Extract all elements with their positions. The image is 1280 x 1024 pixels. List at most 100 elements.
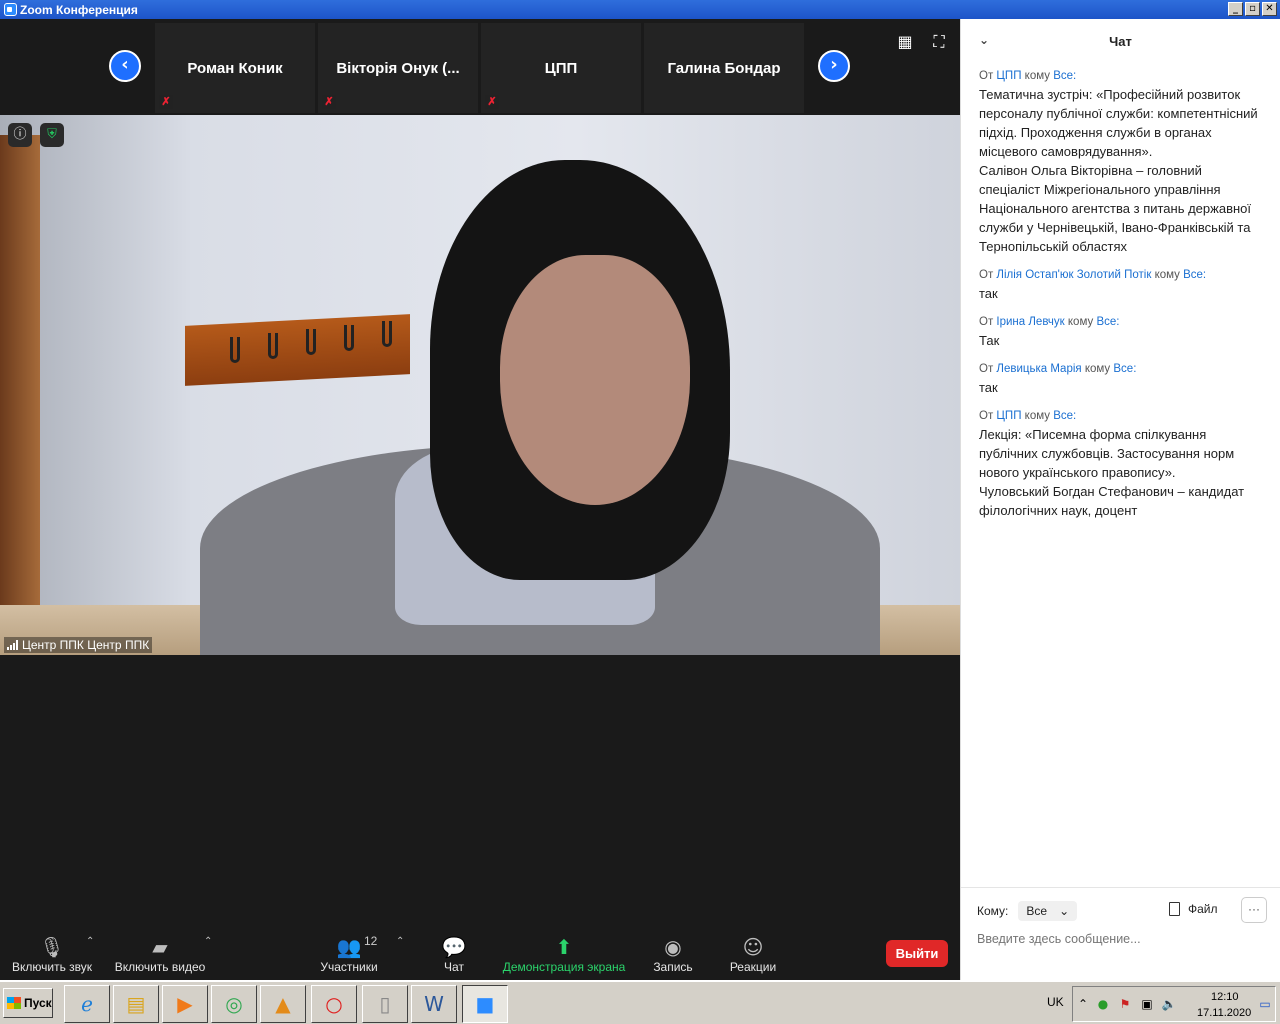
info-icon[interactable]: ⓘ xyxy=(8,123,32,147)
message-recipient[interactable]: Все: xyxy=(1096,316,1119,328)
active-speaker-video: ⓘ ⛨ Центр ППК Центр ППК xyxy=(0,115,960,655)
chat-messages: От ЦПП кому Все: Тематична зустріч: «Про… xyxy=(961,63,1280,520)
close-button[interactable]: ✕ xyxy=(1262,2,1277,16)
message-text: так xyxy=(979,380,998,395)
message-sender[interactable]: ЦПП xyxy=(996,70,1021,82)
chrome-icon[interactable]: ◎ xyxy=(211,985,257,1023)
fullscreen-icon[interactable]: ⛶ xyxy=(930,33,948,51)
internet-explorer-icon[interactable]: ℯ xyxy=(64,985,110,1023)
recipient-row: Кому: Все ⌄ xyxy=(977,901,1078,921)
participant-name: Галина Бондар xyxy=(667,59,781,77)
volume-icon[interactable]: 🔈 xyxy=(1161,996,1177,1012)
send-file-button[interactable]: Файл xyxy=(1169,902,1218,916)
start-video-label: Включить видео xyxy=(114,960,206,974)
tray-expand-icon[interactable]: ⌃ xyxy=(1075,996,1091,1012)
audio-options-chevron-icon[interactable]: ⌃ xyxy=(86,936,94,947)
chevron-down-icon: ⌄ xyxy=(1059,904,1070,918)
participant-name: Вікторія Онук (... xyxy=(336,59,460,77)
signal-strength-icon xyxy=(7,640,18,650)
app-icon[interactable]: ▲ xyxy=(260,985,306,1023)
windows-logo-icon xyxy=(7,997,21,1009)
leave-meeting-button[interactable]: Выйти xyxy=(886,940,948,967)
document-icon[interactable]: ▯ xyxy=(362,985,408,1023)
system-tray: ⌃ ● ⚑ ▣ 🔈 12:10 17.11.2020 ▭ xyxy=(1072,986,1276,1022)
gallery-view-icon[interactable]: ▦ xyxy=(896,33,914,51)
file-explorer-icon[interactable]: ▤ xyxy=(113,985,159,1023)
video-hook xyxy=(230,337,240,363)
reactions-button[interactable]: ☺ Реакции xyxy=(728,934,778,974)
word-icon[interactable]: W xyxy=(411,985,457,1023)
message-recipient[interactable]: Все: xyxy=(1053,70,1076,82)
participant-tile[interactable]: Галина Бондар xyxy=(644,23,804,113)
video-options-chevron-icon[interactable]: ⌃ xyxy=(204,936,212,947)
message-text: Лекція: «Писемна форма спілкування публі… xyxy=(979,427,1245,518)
video-hook xyxy=(344,325,354,351)
chat-message: От Левицька Марія кому Все: так xyxy=(979,360,1262,397)
participants-options-chevron-icon[interactable]: ⌃ xyxy=(396,936,404,947)
opera-icon[interactable]: ○ xyxy=(311,985,357,1023)
video-person-face xyxy=(500,255,690,505)
chat-message: От Лілія Остап'юк Золотий Потік кому Все… xyxy=(979,266,1262,303)
participants-label: Участники xyxy=(320,960,378,974)
message-recipient[interactable]: Все: xyxy=(1113,363,1136,375)
maximize-button[interactable]: ▫ xyxy=(1245,2,1260,16)
mic-muted-icon: ✗ xyxy=(159,95,173,109)
message-meta: От Левицька Марія кому Все: xyxy=(979,363,1137,375)
reactions-label: Реакции xyxy=(729,960,777,974)
security-shield-icon[interactable]: ⛨ xyxy=(40,123,64,147)
tray-security-icon[interactable]: ⚑ xyxy=(1117,996,1133,1012)
message-meta: От Лілія Остап'юк Золотий Потік кому Все… xyxy=(979,269,1207,281)
mic-muted-icon: ✗ xyxy=(322,95,336,109)
record-button[interactable]: ◉ Запись xyxy=(650,934,696,974)
participants-count: 12 xyxy=(364,934,378,948)
tray-app-icon[interactable]: ● xyxy=(1095,996,1111,1012)
meeting-area: ‹ Роман Коник ✗ Вікторія Онук (... ✗ ЦПП… xyxy=(0,19,960,980)
prev-page-button[interactable]: ‹ xyxy=(109,50,141,82)
recipient-select[interactable]: Все ⌄ xyxy=(1018,901,1078,921)
network-icon[interactable]: ▣ xyxy=(1139,996,1155,1012)
show-desktop-icon[interactable]: ▭ xyxy=(1257,996,1273,1012)
video-door xyxy=(0,135,40,655)
window-title: Zoom Конференция xyxy=(20,2,138,17)
mic-off-icon: 🎙 xyxy=(39,935,65,959)
start-button[interactable]: Пуск xyxy=(3,988,53,1018)
zoom-taskbar-icon[interactable]: ■ xyxy=(462,985,508,1023)
chat-bubble-icon: 💬 xyxy=(441,935,467,959)
message-recipient[interactable]: Все: xyxy=(1053,410,1076,422)
chat-panel: ⌄ Чат От ЦПП кому Все: Тематична зустріч… xyxy=(960,19,1280,980)
clock-date: 17.11.2020 xyxy=(1197,1007,1252,1019)
message-text: так xyxy=(979,286,998,301)
chat-button[interactable]: 💬 Чат xyxy=(436,934,472,974)
windows-taskbar: Пуск ℯ ▤ ▶ ◎ ▲ ○ ▯ W ■ UK ⌃ ● ⚑ ▣ 🔈 12:1… xyxy=(0,980,1280,1024)
recipient-label: Кому: xyxy=(977,904,1009,918)
input-language[interactable]: UK xyxy=(1047,995,1064,1009)
reactions-smiley-icon: ☺ xyxy=(742,935,764,959)
share-screen-button[interactable]: ⬆ Демонстрация экрана xyxy=(500,934,628,974)
chat-message-input[interactable] xyxy=(977,932,1267,946)
participant-tile[interactable]: Роман Коник ✗ xyxy=(155,23,315,113)
message-sender[interactable]: ЦПП xyxy=(996,410,1021,422)
start-label: Пуск xyxy=(24,996,52,1010)
video-hook xyxy=(268,333,278,359)
participant-tile[interactable]: Вікторія Онук (... ✗ xyxy=(318,23,478,113)
message-recipient[interactable]: Все: xyxy=(1183,269,1206,281)
zoom-app-icon xyxy=(4,3,17,16)
chat-header: ⌄ Чат xyxy=(961,19,1280,63)
collapse-chevron-icon[interactable]: ⌄ xyxy=(979,33,989,47)
more-options-button[interactable]: ··· xyxy=(1241,897,1267,923)
video-hook xyxy=(382,321,392,347)
participant-tile[interactable]: ЦПП ✗ xyxy=(481,23,641,113)
window-controls: _ ▫ ✕ xyxy=(1228,2,1277,16)
unmute-button[interactable]: 🎙 Включить звук ⌃ xyxy=(8,934,96,974)
next-page-button[interactable]: › xyxy=(818,50,850,82)
start-video-button[interactable]: ▰ Включить видео ⌃ xyxy=(112,934,213,974)
media-player-icon[interactable]: ▶ xyxy=(162,985,208,1023)
recipient-value: Все xyxy=(1026,904,1048,918)
message-sender[interactable]: Ірина Левчук xyxy=(996,316,1064,328)
message-sender[interactable]: Лілія Остап'юк Золотий Потік xyxy=(996,269,1151,281)
minimize-button[interactable]: _ xyxy=(1228,2,1243,16)
participants-button[interactable]: 👥 12 Участники ⌃ xyxy=(316,934,404,974)
chat-title: Чат xyxy=(1109,33,1132,49)
message-sender[interactable]: Левицька Марія xyxy=(996,363,1081,375)
chat-compose: Кому: Все ⌄ Файл ··· xyxy=(961,887,1280,980)
